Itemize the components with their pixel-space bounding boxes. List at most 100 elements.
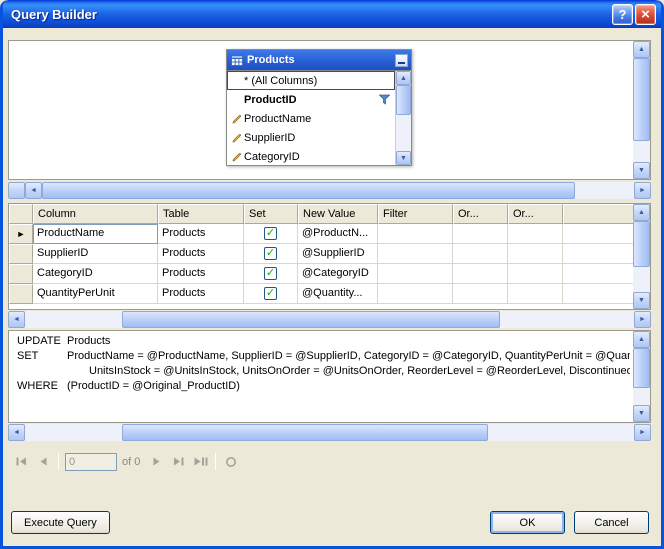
cell-table[interactable]: Products — [158, 284, 244, 304]
grid-header-new-value[interactable]: New Value — [298, 204, 378, 224]
diagram-vscrollbar[interactable]: ▲ ▼ — [633, 41, 650, 179]
grid-header-or1[interactable]: Or... — [453, 204, 508, 224]
cell-table[interactable]: Products — [158, 224, 244, 244]
cell-or2[interactable] — [508, 264, 563, 284]
column-item-productid[interactable]: ProductID — [227, 90, 395, 109]
diagram-pane[interactable]: Products * (All Columns) ProductID — [8, 40, 651, 180]
scroll-right-button[interactable]: ► — [634, 182, 651, 199]
scroll-up-button[interactable]: ▲ — [633, 204, 650, 221]
scrollbar-track[interactable] — [42, 182, 634, 199]
cell-column[interactable]: SupplierID — [33, 244, 158, 264]
cell-or2[interactable] — [508, 284, 563, 304]
cell-table[interactable]: Products — [158, 244, 244, 264]
scrollbar-thumb[interactable] — [633, 58, 650, 141]
cell-or1[interactable] — [453, 284, 508, 304]
move-previous-button[interactable] — [33, 451, 54, 472]
scroll-down-button[interactable]: ▼ — [396, 151, 411, 165]
sql-hscrollbar[interactable]: ◄ ► — [8, 424, 651, 441]
grid-header-filter[interactable]: Filter — [378, 204, 453, 224]
column-item-productname[interactable]: ProductName — [227, 109, 395, 128]
scrollbar-thumb[interactable] — [396, 85, 411, 115]
row-selector[interactable] — [9, 284, 33, 304]
move-last-button[interactable] — [168, 451, 189, 472]
scroll-down-button[interactable]: ▼ — [633, 292, 650, 309]
move-first-button[interactable] — [11, 451, 32, 472]
move-next-button[interactable] — [146, 451, 167, 472]
diagram-hscrollbar[interactable]: ◄ ► — [8, 182, 651, 199]
column-item-categoryid[interactable]: CategoryID — [227, 147, 395, 165]
grid-header-or2[interactable]: Or... — [508, 204, 563, 224]
scroll-down-button[interactable]: ▼ — [633, 405, 650, 422]
scrollbar-thumb[interactable] — [122, 424, 487, 441]
grid-hscrollbar[interactable]: ◄ ► — [8, 311, 651, 328]
scroll-up-button[interactable]: ▲ — [633, 331, 650, 348]
products-table-card[interactable]: Products * (All Columns) ProductID — [226, 49, 412, 166]
execute-query-button[interactable]: Execute Query — [11, 511, 110, 534]
row-selector[interactable] — [9, 264, 33, 284]
close-icon: × — [641, 7, 650, 22]
products-table-header[interactable]: Products — [227, 50, 411, 70]
title-bar[interactable]: Query Builder ? × — [3, 0, 661, 28]
scroll-right-button[interactable]: ► — [634, 424, 651, 441]
help-button[interactable]: ? — [612, 4, 633, 25]
cell-or1[interactable] — [453, 244, 508, 264]
collapse-table-button[interactable] — [395, 54, 408, 67]
column-item-supplierid[interactable]: SupplierID — [227, 128, 395, 147]
set-checkbox[interactable]: ✓ — [264, 287, 277, 300]
ok-button[interactable]: OK — [490, 511, 565, 534]
scrollbar-track[interactable] — [25, 424, 634, 441]
grid-vscrollbar[interactable]: ▲ ▼ — [633, 204, 650, 309]
cell-or1[interactable] — [453, 264, 508, 284]
row-selector[interactable] — [9, 244, 33, 264]
scroll-left-button[interactable]: ◄ — [8, 424, 25, 441]
grid-header-table[interactable]: Table — [158, 204, 244, 224]
scroll-down-button[interactable]: ▼ — [633, 162, 650, 179]
position-input[interactable] — [65, 453, 117, 471]
scroll-left-button[interactable]: ◄ — [8, 311, 25, 328]
stop-query-button[interactable] — [220, 451, 241, 472]
cell-column[interactable]: QuantityPerUnit — [33, 284, 158, 304]
cell-filter[interactable] — [378, 244, 453, 264]
grid-header-set[interactable]: Set — [244, 204, 298, 224]
scrollbar-thumb[interactable] — [42, 182, 575, 199]
scrollbar-track[interactable] — [25, 311, 634, 328]
move-new-button[interactable] — [190, 451, 211, 472]
set-checkbox[interactable]: ✓ — [264, 267, 277, 280]
sql-pane[interactable]: UPDATE Products SET ProductName = @Produ… — [8, 330, 651, 423]
cell-new-value[interactable]: @CategoryID — [298, 264, 378, 284]
cell-or2[interactable] — [508, 224, 563, 244]
grid-header-column[interactable]: Column — [33, 204, 158, 224]
scrollbar-thumb[interactable] — [122, 311, 500, 328]
cell-column[interactable]: ProductName — [33, 224, 158, 244]
cell-column[interactable]: CategoryID — [33, 264, 158, 284]
close-button[interactable]: × — [635, 4, 656, 25]
scrollbar-track[interactable] — [633, 348, 650, 405]
cell-or2[interactable] — [508, 244, 563, 264]
scroll-up-button[interactable]: ▲ — [396, 71, 411, 85]
scrollbar-track[interactable] — [396, 85, 411, 151]
scrollbar-thumb[interactable] — [633, 348, 650, 388]
table-card-scrollbar[interactable]: ▲ ▼ — [395, 71, 411, 165]
set-checkbox[interactable]: ✓ — [264, 227, 277, 240]
cell-new-value[interactable]: @SupplierID — [298, 244, 378, 264]
cell-filter[interactable] — [378, 264, 453, 284]
scroll-right-button[interactable]: ► — [634, 311, 651, 328]
scrollbar-track[interactable] — [633, 221, 650, 292]
cell-new-value[interactable]: @ProductN... — [298, 224, 378, 244]
scrollbar-thumb[interactable] — [633, 221, 650, 267]
scroll-left-button[interactable]: ◄ — [25, 182, 42, 199]
cell-filter[interactable] — [378, 284, 453, 304]
sql-vscrollbar[interactable]: ▲ ▼ — [633, 331, 650, 422]
left-arrow-icon: ◄ — [13, 316, 20, 323]
cell-filter[interactable] — [378, 224, 453, 244]
column-item-all-columns[interactable]: * (All Columns) — [227, 71, 395, 90]
splitter-handle[interactable] — [8, 182, 25, 199]
cell-new-value[interactable]: @Quantity... — [298, 284, 378, 304]
scrollbar-track[interactable] — [633, 58, 650, 162]
set-checkbox[interactable]: ✓ — [264, 247, 277, 260]
row-selector[interactable]: ► — [9, 224, 33, 244]
cell-or1[interactable] — [453, 224, 508, 244]
cell-table[interactable]: Products — [158, 264, 244, 284]
cancel-button[interactable]: Cancel — [574, 511, 649, 534]
scroll-up-button[interactable]: ▲ — [633, 41, 650, 58]
